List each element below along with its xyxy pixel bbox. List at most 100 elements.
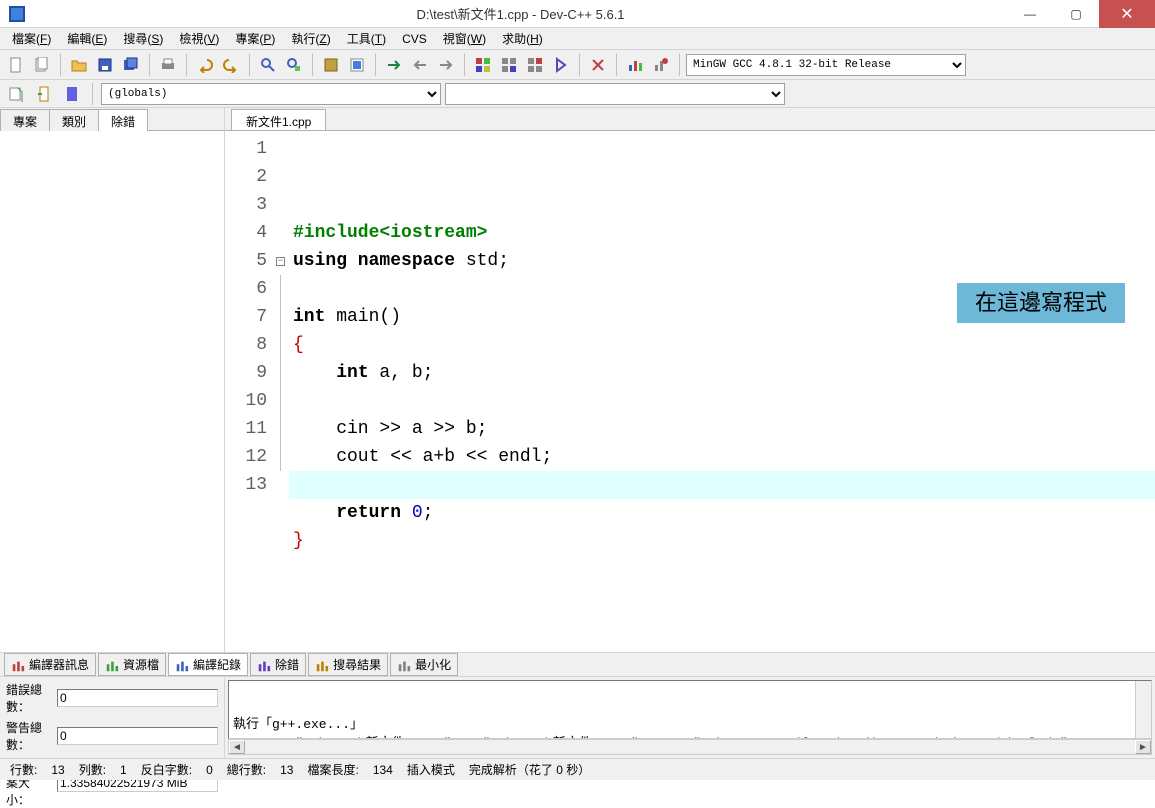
log-line: 執行「g++.exe...」 <box>233 713 1147 732</box>
log-line: g++.exe "D:\test\新文件1.cpp" -o "D:\test\新… <box>233 732 1147 739</box>
save-all-button[interactable] <box>119 53 143 77</box>
menu-item[interactable]: 檔案(F) <box>4 28 59 49</box>
save-button[interactable] <box>93 53 117 77</box>
tab-icon <box>11 658 25 672</box>
menu-item[interactable]: 工具(T) <box>339 28 394 49</box>
bookmark-button[interactable] <box>60 82 84 106</box>
class-browser-bar: (globals) <box>0 80 1155 108</box>
compile-stats: 錯誤總數： 警告總數： 輸出檔案大小： <box>0 677 225 758</box>
fold-column: − <box>275 131 289 652</box>
bottom-tab[interactable]: 編譯紀錄 <box>168 653 248 676</box>
member-select[interactable] <box>445 83 785 105</box>
left-panel: 專案類別除錯 <box>0 108 225 652</box>
undo-button[interactable] <box>193 53 217 77</box>
bottom-tab[interactable]: 編譯器訊息 <box>4 653 96 676</box>
left-panel-body <box>0 130 224 652</box>
rebuild-all-button[interactable] <box>523 53 547 77</box>
tab-icon <box>175 658 189 672</box>
menu-item[interactable]: CVS <box>394 30 435 48</box>
status-col-label: 列數: <box>75 761 110 778</box>
scope-select[interactable]: (globals) <box>101 83 441 105</box>
bottom-tab[interactable]: 資源檔 <box>98 653 166 676</box>
find-button[interactable] <box>256 53 280 77</box>
status-total: 13 <box>276 763 297 777</box>
warnings-value[interactable] <box>57 727 218 745</box>
left-tab[interactable]: 類別 <box>49 109 99 131</box>
new-class-button[interactable] <box>4 82 28 106</box>
main-toolbar: MinGW GCC 4.8.1 32-bit Release <box>0 50 1155 80</box>
compile-log[interactable]: 執行「g++.exe...」g++.exe "D:\test\新文件1.cpp"… <box>228 680 1152 739</box>
tab-icon <box>257 658 271 672</box>
menu-item[interactable]: 專案(P) <box>227 28 283 49</box>
status-sel-label: 反白字數: <box>137 761 196 778</box>
new-file-button[interactable] <box>4 53 28 77</box>
status-line-label: 行數: <box>6 761 41 778</box>
status-line: 13 <box>47 763 68 777</box>
minimize-button[interactable]: — <box>1007 0 1053 28</box>
scroll-right-icon[interactable]: ► <box>1135 740 1151 754</box>
replace-button[interactable] <box>282 53 306 77</box>
scroll-left-icon[interactable]: ◄ <box>229 740 245 754</box>
right-panel: 新文件1.cpp 12345678910111213 − 在這邊寫程式 #inc… <box>225 108 1155 652</box>
tab-icon <box>315 658 329 672</box>
fold-toggle-icon[interactable]: − <box>276 257 285 266</box>
status-sel: 0 <box>202 763 217 777</box>
line-gutter: 12345678910111213 <box>225 131 275 652</box>
log-scrollbar-horizontal[interactable]: ◄ ► <box>228 739 1152 755</box>
stop-button[interactable] <box>586 53 610 77</box>
menu-item[interactable]: 搜尋(S) <box>115 28 171 49</box>
delete-profile-button[interactable] <box>649 53 673 77</box>
tab-icon <box>105 658 119 672</box>
main-area: 專案類別除錯 新文件1.cpp 12345678910111213 − 在這邊寫… <box>0 108 1155 652</box>
left-tab[interactable]: 專案 <box>0 109 50 131</box>
profile-button[interactable] <box>623 53 647 77</box>
status-bar: 行數: 13 列數: 1 反白字數: 0 總行數: 13 檔案長度: 134 插… <box>0 758 1155 780</box>
maximize-button[interactable]: ▢ <box>1053 0 1099 28</box>
editor-tab[interactable]: 新文件1.cpp <box>231 109 326 131</box>
new-file2-button[interactable] <box>30 53 54 77</box>
compile-run-button[interactable] <box>471 53 495 77</box>
bottom-panel: 錯誤總數： 警告總數： 輸出檔案大小： 執行「g++.exe...」g++.ex… <box>0 676 1155 758</box>
status-parse: 完成解析（花了 0 秒） <box>465 761 594 778</box>
run-button[interactable] <box>345 53 369 77</box>
editor-tabs: 新文件1.cpp <box>225 108 1155 130</box>
warnings-label: 警告總數： <box>6 719 51 753</box>
compile-button[interactable] <box>319 53 343 77</box>
redo-button[interactable] <box>219 53 243 77</box>
insert-button[interactable] <box>32 82 56 106</box>
code-editor[interactable]: 12345678910111213 − 在這邊寫程式 #include<iost… <box>225 130 1155 652</box>
menu-item[interactable]: 編輯(E) <box>59 28 115 49</box>
forward-button[interactable] <box>434 53 458 77</box>
code-area[interactable]: 在這邊寫程式 #include<iostream>using namespace… <box>289 131 1155 652</box>
debug-button[interactable] <box>549 53 573 77</box>
menu-item[interactable]: 檢視(V) <box>171 28 227 49</box>
app-icon <box>4 1 30 27</box>
back-button[interactable] <box>408 53 432 77</box>
bottom-tab[interactable]: 搜尋結果 <box>308 653 388 676</box>
status-len: 134 <box>369 763 397 777</box>
menu-item[interactable]: 視窗(W) <box>435 28 494 49</box>
menu-item[interactable]: 求助(H) <box>494 28 551 49</box>
left-tabs: 專案類別除錯 <box>0 108 224 130</box>
errors-value[interactable] <box>57 689 218 707</box>
print-button[interactable] <box>156 53 180 77</box>
log-scrollbar-vertical[interactable] <box>1135 681 1151 738</box>
close-button[interactable]: ✕ <box>1099 0 1155 28</box>
left-tab[interactable]: 除錯 <box>98 109 148 131</box>
rebuild-button[interactable] <box>497 53 521 77</box>
menu-item[interactable]: 執行(Z) <box>283 28 338 49</box>
errors-label: 錯誤總數： <box>6 681 51 715</box>
open-button[interactable] <box>67 53 91 77</box>
status-col: 1 <box>116 763 131 777</box>
window-title: D:\test\新文件1.cpp - Dev-C++ 5.6.1 <box>34 4 1007 23</box>
compiler-select[interactable]: MinGW GCC 4.8.1 32-bit Release <box>686 54 966 76</box>
bottom-tab[interactable]: 除錯 <box>250 653 306 676</box>
status-mode: 插入模式 <box>403 761 459 778</box>
bottom-tabs: 編譯器訊息資源檔編譯紀錄除錯搜尋結果最小化 <box>0 652 1155 676</box>
bottom-tab[interactable]: 最小化 <box>390 653 458 676</box>
status-total-label: 總行數: <box>223 761 270 778</box>
menu-bar: 檔案(F)編輯(E)搜尋(S)檢視(V)專案(P)執行(Z)工具(T)CVS視窗… <box>0 28 1155 50</box>
tab-icon <box>397 658 411 672</box>
status-len-label: 檔案長度: <box>303 761 362 778</box>
goto-button[interactable] <box>382 53 406 77</box>
